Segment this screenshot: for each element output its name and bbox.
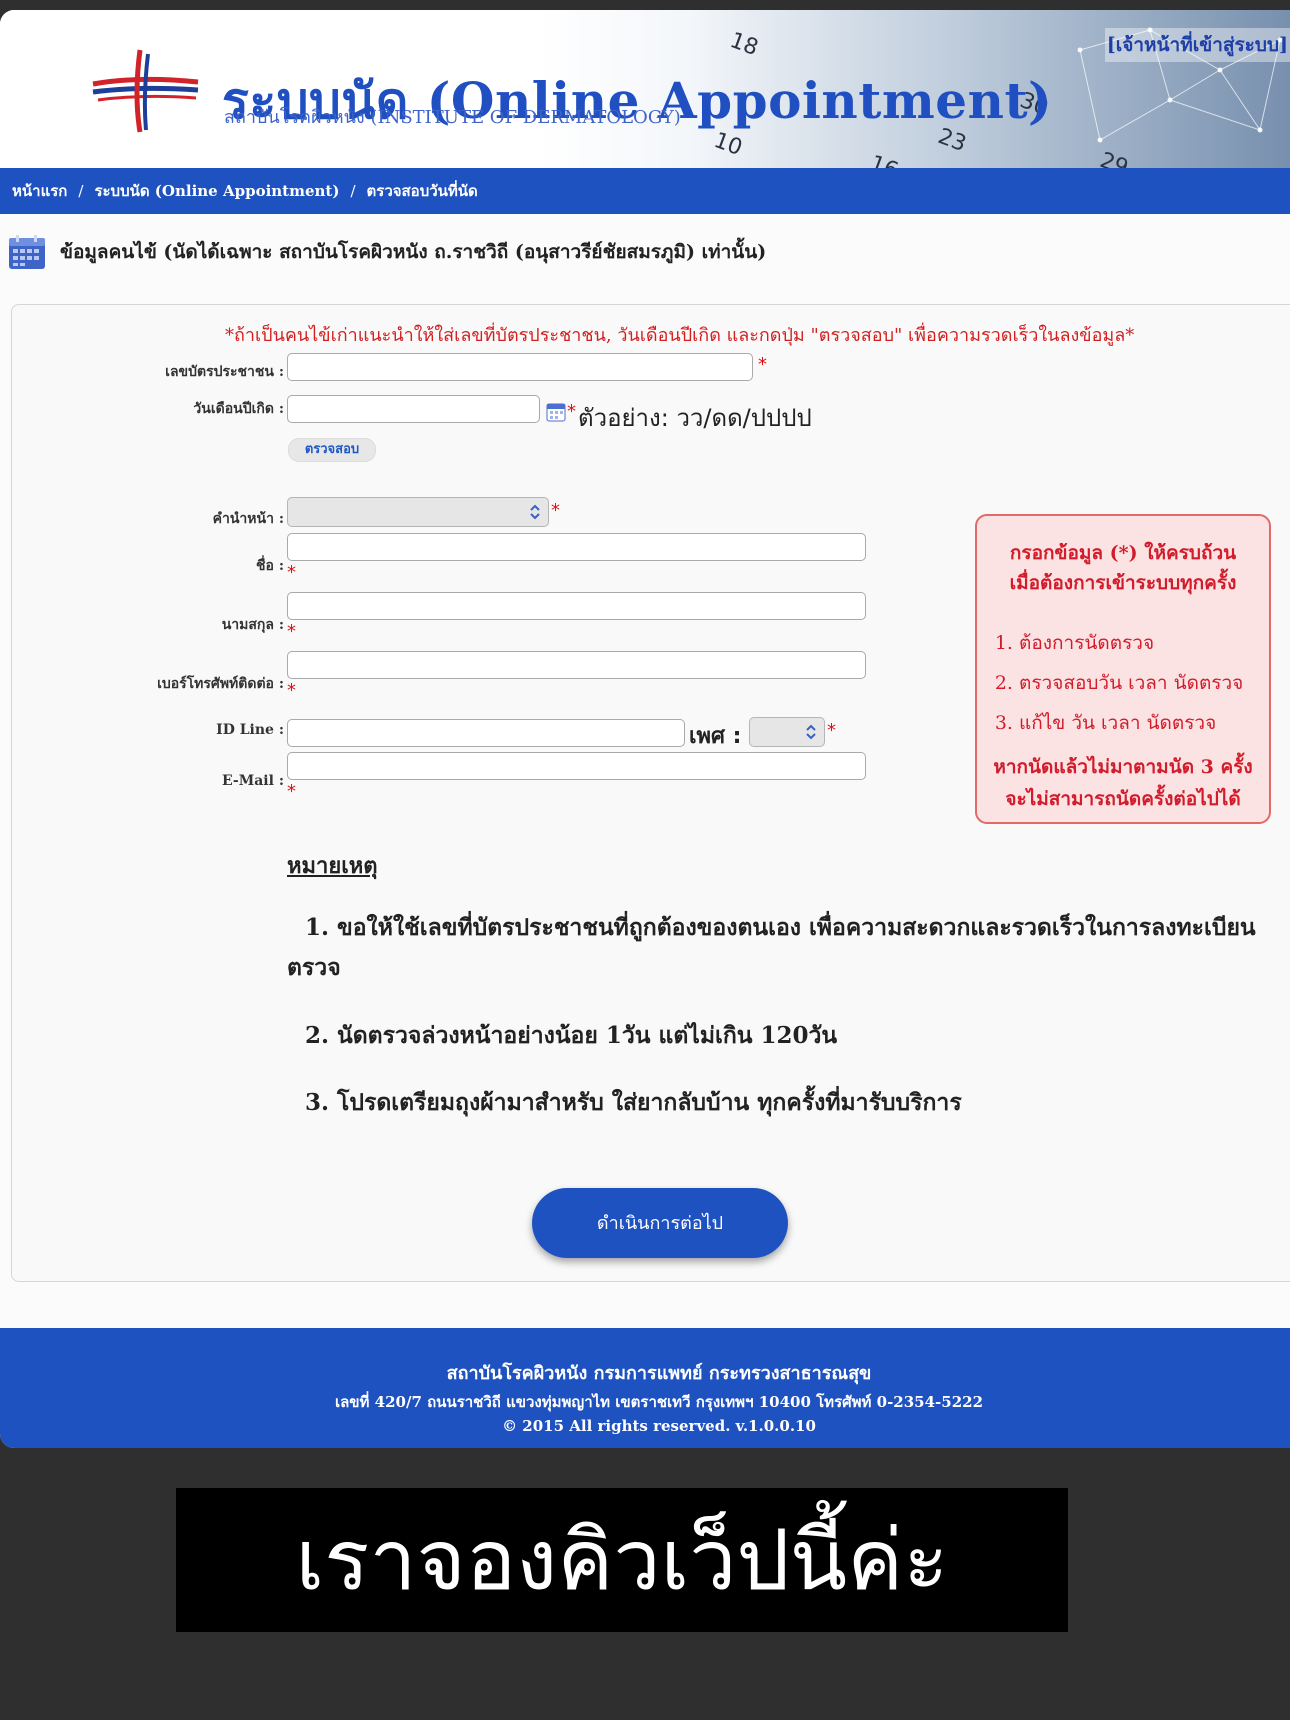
line-id-label: ID Line : <box>216 722 284 738</box>
required-mark: * <box>567 401 576 422</box>
calendar-icon <box>9 235 45 269</box>
required-mark: * <box>287 781 296 802</box>
birth-date-example: ตัวอย่าง: วว/ดด/ปปปป <box>578 404 812 432</box>
required-mark: * <box>758 354 767 375</box>
no-show-warning: จะไม่สามารถนัดครั้งต่อไปได้ <box>1005 788 1241 810</box>
gender-select[interactable] <box>749 717 825 747</box>
phone-label: เบอร์โทรศัพท์ติดต่อ : <box>157 676 284 692</box>
footer: สถาบันโรคผิวหนัง กรมการแพทย์ กระทรวงสาธา… <box>0 1328 1290 1448</box>
breadcrumb-separator: / <box>350 182 356 200</box>
section-header: ข้อมูลคนไข้ (นัดได้เฉพาะ สถาบันโรคผิวหนั… <box>8 234 766 270</box>
page-subtitle: สถาบันโรคผิวหนัง (INSTITUTE OF DERMATOLO… <box>224 107 681 128</box>
line-id-input[interactable] <box>287 719 685 747</box>
id-card-input[interactable] <box>287 353 753 381</box>
breadcrumb-home[interactable]: หน้าแรก <box>12 179 67 203</box>
required-mark: * <box>287 621 296 642</box>
check-button[interactable]: ตรวจสอบ <box>288 438 376 462</box>
header-banner: 18 30 10 23 16 29 ระบบนัด (Online Appoin… <box>0 10 1290 168</box>
caption-overlay: เราจองคิวเว็ปนี้ค่ะ <box>176 1488 1068 1632</box>
birth-date-label: วันเดือนปีเกิด : <box>193 401 284 417</box>
calendar-number: 16 <box>866 150 902 168</box>
last-name-label: นามสกุล : <box>221 617 284 633</box>
instructions-list: ต้องการนัดตรวจ ตรวจสอบวัน เวลา นัดตรวจ แ… <box>999 628 1243 748</box>
calendar-number: 18 <box>726 27 762 62</box>
remark-item: 1. ขอให้ใช้เลขที่บัตรประชาชนที่ถูกต้องขอ… <box>287 914 1256 981</box>
email-label: E-Mail : <box>222 773 284 789</box>
phone-input[interactable] <box>287 651 866 679</box>
instructions-heading: กรอกข้อมูล (*) ให้ครบถ้วน <box>1009 542 1237 564</box>
email-input[interactable] <box>287 752 866 780</box>
instructions-item: ตรวจสอบวัน เวลา นัดตรวจ <box>1019 668 1243 698</box>
footer-organization: สถาบันโรคผิวหนัง กรมการแพทย์ กระทรวงสาธา… <box>446 1363 872 1384</box>
instructions-item: แก้ไข วัน เวลา นัดตรวจ <box>1019 708 1243 738</box>
first-name-input[interactable] <box>287 533 866 561</box>
staff-login-link[interactable]: [เจ้าหน้าที่เข้าสู่ระบบ] <box>1104 28 1290 62</box>
gender-label: เพศ : <box>689 724 742 749</box>
required-mark: * <box>287 680 296 701</box>
breadcrumb: หน้าแรก / ระบบนัด (Online Appointment) /… <box>0 168 1290 214</box>
instructions-item: ต้องการนัดตรวจ <box>1019 628 1243 658</box>
remarks-title: หมายเหตุ <box>287 853 378 879</box>
date-picker-icon[interactable] <box>546 402 566 422</box>
select-arrows-icon <box>530 504 540 520</box>
breadcrumb-current[interactable]: ตรวจสอบวันที่นัด <box>367 179 478 203</box>
no-show-warning: หากนัดแล้วไม่มาตามนัด 3 ครั้ง <box>993 756 1253 778</box>
id-card-label: เลขบัตรประชาชน : <box>165 364 284 380</box>
footer-address: เลขที่ 420/7 ถนนราชวิถี แขวงทุ่มพญาไท เข… <box>334 1393 984 1411</box>
prefix-select[interactable] <box>287 497 549 527</box>
breadcrumb-appointment[interactable]: ระบบนัด (Online Appointment) <box>94 179 339 203</box>
required-mark: * <box>827 720 836 741</box>
prefix-label: คำนำหน้า : <box>212 511 284 527</box>
remark-item: 2. นัดตรวจล่วงหน้าอย่างน้อย 1วัน แต่ไม่เ… <box>305 1022 838 1049</box>
instructions-box: กรอกข้อมูล (*) ให้ครบถ้วน เมื่อต้องการเข… <box>975 514 1271 824</box>
instructions-heading: เมื่อต้องการเข้าระบบทุกครั้ง <box>1009 572 1237 594</box>
old-patient-notice: *ถ้าเป็นคนไข้เก่าแนะนำให้ใส่เลขที่บัตรปร… <box>225 325 1135 346</box>
first-name-label: ชื่อ : <box>256 558 284 574</box>
remark-item: 3. โปรดเตรียมถุงผ้ามาสำหรับ ใส่ยากลับบ้า… <box>305 1089 962 1116</box>
last-name-input[interactable] <box>287 592 866 620</box>
required-mark: * <box>287 562 296 583</box>
section-title: ข้อมูลคนไข้ (นัดได้เฉพาะ สถาบันโรคผิวหนั… <box>60 241 767 263</box>
footer-copyright: © 2015 All rights reserved. v.1.0.0.10 <box>502 1417 816 1435</box>
breadcrumb-separator: / <box>78 182 84 200</box>
proceed-button[interactable]: ดำเนินการต่อไป <box>532 1188 788 1258</box>
required-mark: * <box>551 500 560 521</box>
birth-date-input[interactable] <box>287 395 540 423</box>
top-strip <box>0 0 1290 10</box>
institute-logo <box>92 49 199 133</box>
select-arrows-icon <box>806 724 816 740</box>
web-page: 18 30 10 23 16 29 ระบบนัด (Online Appoin… <box>0 10 1290 1448</box>
